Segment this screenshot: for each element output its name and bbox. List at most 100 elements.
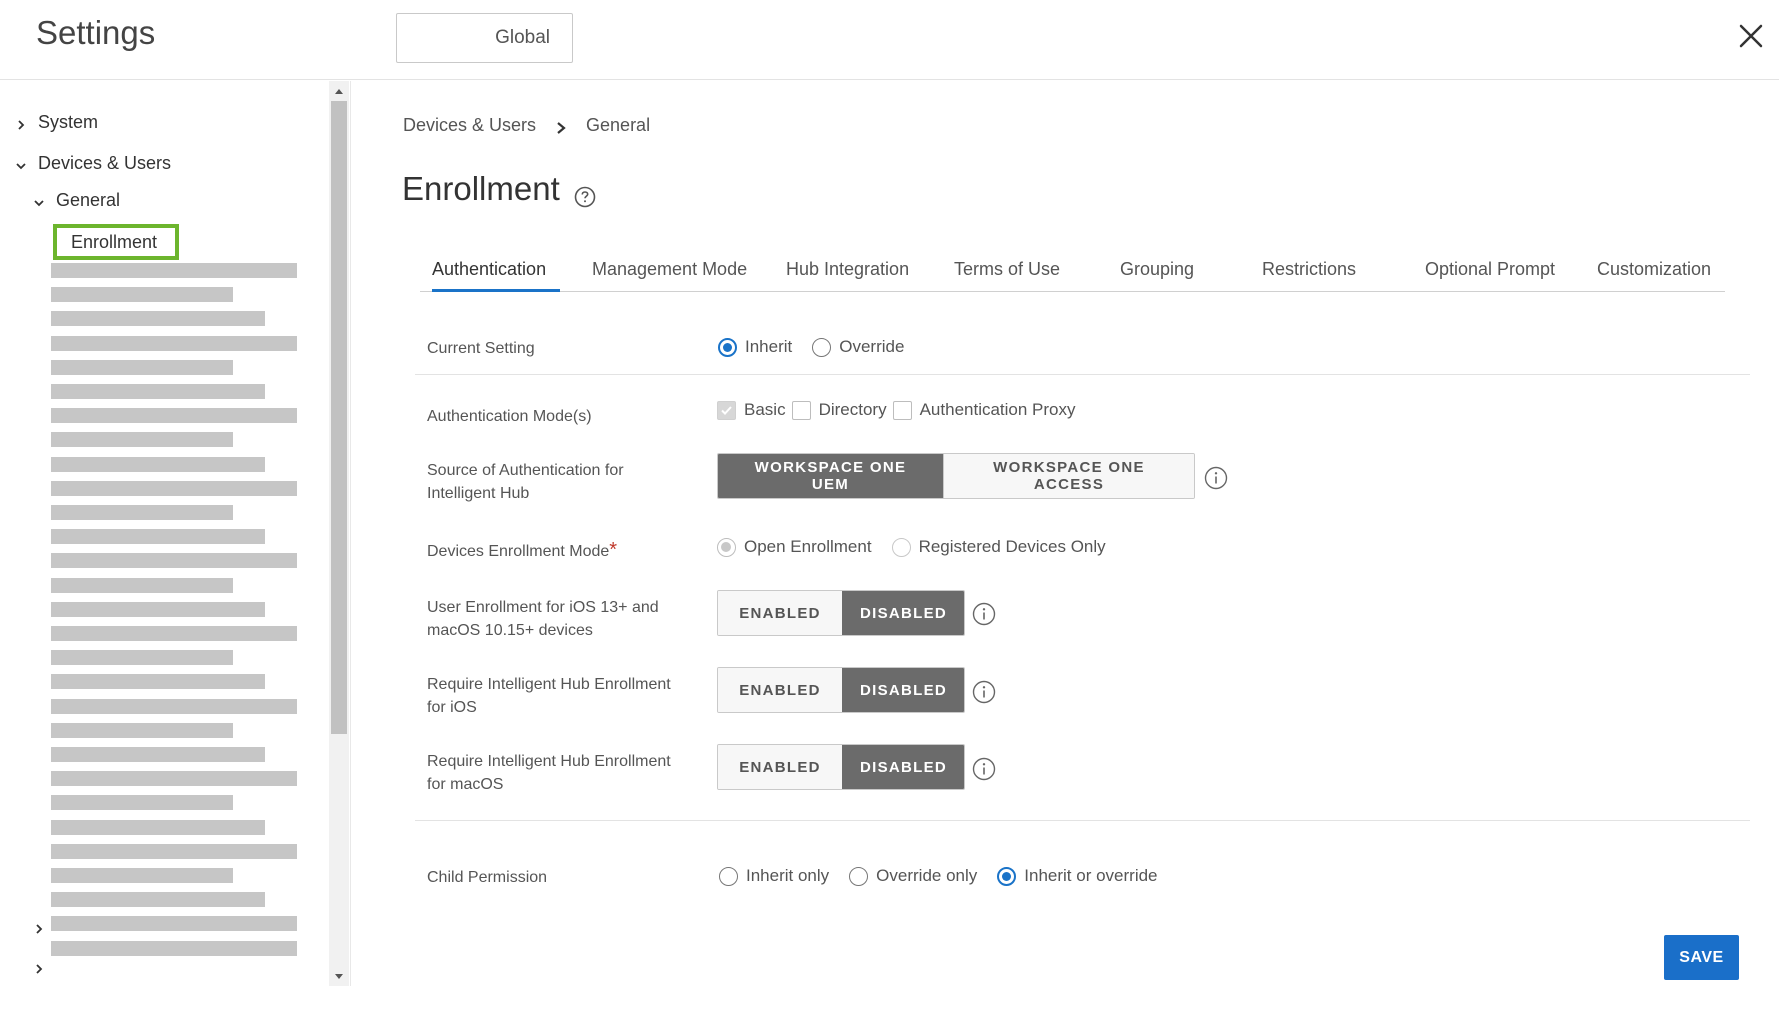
radio-inherit[interactable] [718,337,737,357]
enrollment-mode-radio-group: Open Enrollment Registered Devices Only [717,537,1126,557]
redacted-item-bar [51,384,265,399]
hub-macos-label-line1: Require Intelligent Hub Enrollment [427,753,671,770]
checkbox-authentication-proxy-label: Authentication Proxy [919,400,1076,419]
user-enrollment-enabled-button[interactable]: ENABLED [718,591,842,635]
redacted-item-bar [51,311,265,327]
info-icon[interactable] [972,602,996,626]
scope-button[interactable]: Global [396,13,573,63]
redacted-item-bar [51,505,233,520]
enrollment-mode-label-text: Devices Enrollment Mode [427,543,610,560]
redacted-item-bar [51,529,265,545]
sidebar-item-devices-users[interactable]: Devices & Users [14,153,171,174]
sidebar-item-enrollment[interactable]: Enrollment [53,224,179,260]
redacted-item-bar [51,868,233,883]
workspace-one-access-button[interactable]: WORKSPACE ONE ACCESS [943,454,1194,498]
tab-authentication[interactable]: Authentication [432,250,560,292]
hub-macos-disabled-button[interactable]: DISABLED [842,745,964,789]
tab-hub-integration[interactable]: Hub Integration [786,250,913,292]
redacted-item-bar [51,940,297,956]
chevron-right-icon [14,116,28,130]
auth-source-segmented-control: WORKSPACE ONE UEM WORKSPACE ONE ACCESS [717,453,1195,499]
redacted-item-bar [51,626,297,641]
workspace-one-uem-button[interactable]: WORKSPACE ONE UEM [718,454,943,498]
sidebar-item-system[interactable]: System [14,112,98,133]
radio-inherit-only[interactable] [719,866,738,886]
user-enrollment-label-line1: User Enrollment for iOS 13+ and [427,599,659,616]
auth-source-label-line2: Intelligent Hub [427,485,530,502]
section-divider [415,820,1750,821]
checkbox-authentication-proxy[interactable] [892,400,912,420]
radio-registered-devices-only-label: Registered Devices Only [918,537,1106,556]
checkbox-basic [717,400,736,420]
breadcrumb-parent[interactable]: Devices & Users [403,115,536,136]
close-icon[interactable] [1735,20,1767,52]
scroll-down-icon[interactable] [331,969,347,985]
info-icon[interactable] [972,680,996,704]
radio-open-enrollment-label: Open Enrollment [744,537,872,556]
enrollment-mode-label: Devices Enrollment Mode* [427,539,617,563]
sidebar-item-label: Devices & Users [38,153,172,173]
hub-macos-toggle: ENABLED DISABLED [717,744,965,790]
hub-ios-label-line2: for iOS [427,699,477,716]
redacted-item-bar [51,843,297,859]
radio-override-label: Override [839,337,905,356]
child-permission-radio-group: Inherit only Override only Inherit or ov… [719,866,1178,886]
help-icon[interactable] [574,178,596,208]
sidebar-collapsed-node[interactable] [32,960,56,974]
tab-management-mode[interactable]: Management Mode [592,250,747,292]
tab-terms-of-use[interactable]: Terms of Use [954,250,1069,292]
info-icon[interactable] [972,757,996,781]
current-setting-label: Current Setting [427,340,535,357]
redacted-item-bar [51,795,233,811]
auth-source-label-line1: Source of Authentication for [427,462,624,479]
tab-optional-prompt[interactable]: Optional Prompt [1425,250,1556,292]
chevron-right-icon [554,119,568,134]
sidebar-collapsed-node[interactable] [32,920,56,934]
auth-source-label: Source of Authentication for Intelligent… [427,459,624,505]
sidebar-item-label: General [56,190,121,210]
page-title-text: Enrollment [402,170,560,207]
chevron-right-icon [32,920,46,934]
user-enrollment-disabled-button[interactable]: DISABLED [842,591,964,635]
redacted-item-bar [51,408,297,424]
tab-restrictions[interactable]: Restrictions [1262,250,1372,292]
sidebar-item-general[interactable]: General [32,190,120,211]
tab-grouping[interactable]: Grouping [1120,250,1210,292]
radio-override-only[interactable] [849,866,869,886]
redacted-item-bar [51,432,233,448]
section-divider [415,374,1750,375]
chevron-right-icon [32,960,46,974]
redacted-item-bar [51,456,265,472]
redacted-item-bar [51,553,297,569]
settings-title: Settings [36,14,156,51]
checkbox-directory[interactable] [791,400,811,420]
redacted-item-bar [51,359,233,375]
hub-ios-disabled-button[interactable]: DISABLED [842,668,964,712]
checkbox-basic-label: Basic [744,400,786,419]
scroll-up-icon[interactable] [331,83,347,99]
scroll-thumb[interactable] [331,101,347,734]
radio-inherit-or-override-label: Inherit or override [1024,866,1158,885]
save-button[interactable]: SAVE [1664,935,1739,980]
redacted-item-bar [51,819,265,835]
radio-override[interactable] [812,337,832,357]
sidebar-divider [350,81,351,986]
redacted-item-bar [51,892,265,908]
radio-inherit-or-override[interactable] [997,866,1017,886]
chevron-down-icon [14,157,28,171]
redacted-item-bar [51,577,233,593]
auth-modes-label: Authentication Mode(s) [427,408,592,425]
hub-macos-enabled-button[interactable]: ENABLED [718,745,842,789]
redacted-item-bar [51,601,265,617]
redacted-item-bar [51,287,233,303]
tab-customization[interactable]: Customization [1597,250,1713,292]
header: Settings Global [0,0,1779,80]
redacted-item-bar [51,674,265,690]
hub-ios-enabled-button[interactable]: ENABLED [718,668,842,712]
hub-macos-label-line2: for macOS [427,776,504,793]
info-icon[interactable] [1204,466,1228,490]
redacted-item-bar [51,916,297,932]
user-enrollment-label: User Enrollment for iOS 13+ and macOS 10… [427,596,659,642]
breadcrumb-current: General [586,115,651,135]
redacted-item-bar [51,335,297,351]
